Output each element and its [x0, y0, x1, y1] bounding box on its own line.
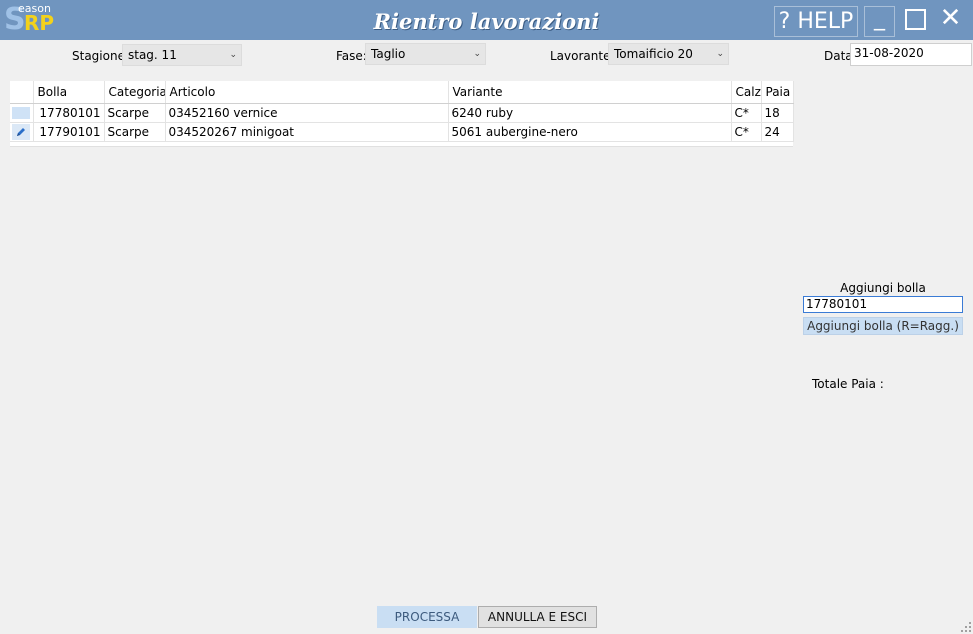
help-button[interactable]: ? HELP: [774, 6, 858, 37]
close-button[interactable]: ✕: [936, 5, 965, 35]
aggiungi-bolla-button[interactable]: Aggiungi bolla (R=Ragg.): [803, 317, 963, 335]
column-calz[interactable]: Calz: [731, 81, 762, 104]
cell-categoria[interactable]: Scarpe: [104, 103, 166, 123]
data-label: Data: [824, 49, 853, 63]
stagione-value: stag. 11: [128, 48, 177, 62]
cell-calz[interactable]: C*: [731, 122, 762, 142]
maximize-icon: [905, 9, 926, 30]
chevron-down-icon: ⌄: [473, 49, 481, 59]
cell-articolo[interactable]: 034520267 minigoat: [165, 122, 449, 142]
cell-bolla[interactable]: 17780101: [33, 103, 105, 123]
cell-variante[interactable]: 5061 aubergine-nero: [448, 122, 732, 142]
lavorante-label: Lavorante:: [550, 49, 615, 63]
fase-label: Fase:: [336, 49, 367, 63]
column-variante[interactable]: Variante: [448, 81, 732, 104]
cell-categoria[interactable]: Scarpe: [104, 122, 166, 142]
column-bolla[interactable]: Bolla: [33, 81, 105, 104]
cell-articolo[interactable]: 03452160 vernice: [165, 103, 449, 123]
table-row[interactable]: 17780101 Scarpe 03452160 vernice 6240 ru…: [10, 103, 794, 123]
row-marker-icon: [12, 107, 30, 119]
lavorante-select[interactable]: Tomaificio 20 ⌄: [608, 43, 729, 65]
column-categoria[interactable]: Categoria: [104, 81, 166, 104]
column-paia[interactable]: Paia: [761, 81, 794, 104]
totale-paia-label: Totale Paia :: [812, 377, 884, 391]
data-field[interactable]: 31-08-2020: [850, 43, 972, 66]
aggiungi-bolla-input[interactable]: 17780101: [803, 296, 963, 313]
row-header-corner: [10, 81, 34, 104]
cell-bolla[interactable]: 17790101: [33, 122, 105, 142]
processa-button[interactable]: PROCESSA: [377, 606, 477, 628]
column-articolo[interactable]: Articolo: [165, 81, 449, 104]
aggiungi-bolla-label: Aggiungi bolla: [840, 281, 926, 295]
fase-select[interactable]: Taglio ⌄: [365, 43, 486, 65]
title-bar: S eason RP Rientro lavorazioni ? HELP _ …: [0, 0, 973, 40]
cell-calz[interactable]: C*: [731, 103, 762, 123]
pencil-edit-icon: [12, 124, 30, 140]
cell-paia[interactable]: 18: [761, 103, 794, 123]
row-selector[interactable]: [10, 122, 34, 142]
chevron-down-icon: ⌄: [229, 50, 237, 60]
stagione-label: Stagione: [72, 49, 125, 63]
fase-value: Taglio: [371, 47, 406, 61]
bolle-grid: Bolla Categoria Articolo Variante Calz P…: [10, 81, 794, 147]
grid-header: Bolla Categoria Articolo Variante Calz P…: [10, 81, 794, 104]
resize-grip-icon[interactable]: [961, 622, 971, 632]
lavorante-value: Tomaificio 20: [614, 47, 693, 61]
table-row[interactable]: 17790101 Scarpe 034520267 minigoat 5061 …: [10, 122, 794, 142]
cell-variante[interactable]: 6240 ruby: [448, 103, 732, 123]
stagione-select[interactable]: stag. 11 ⌄: [122, 44, 242, 66]
annulla-e-esci-button[interactable]: ANNULLA E ESCI: [478, 606, 597, 628]
row-selector[interactable]: [10, 103, 34, 123]
chevron-down-icon: ⌄: [716, 49, 724, 59]
maximize-button[interactable]: [900, 6, 929, 35]
minimize-button[interactable]: _: [864, 6, 895, 37]
cell-paia[interactable]: 24: [761, 122, 794, 142]
